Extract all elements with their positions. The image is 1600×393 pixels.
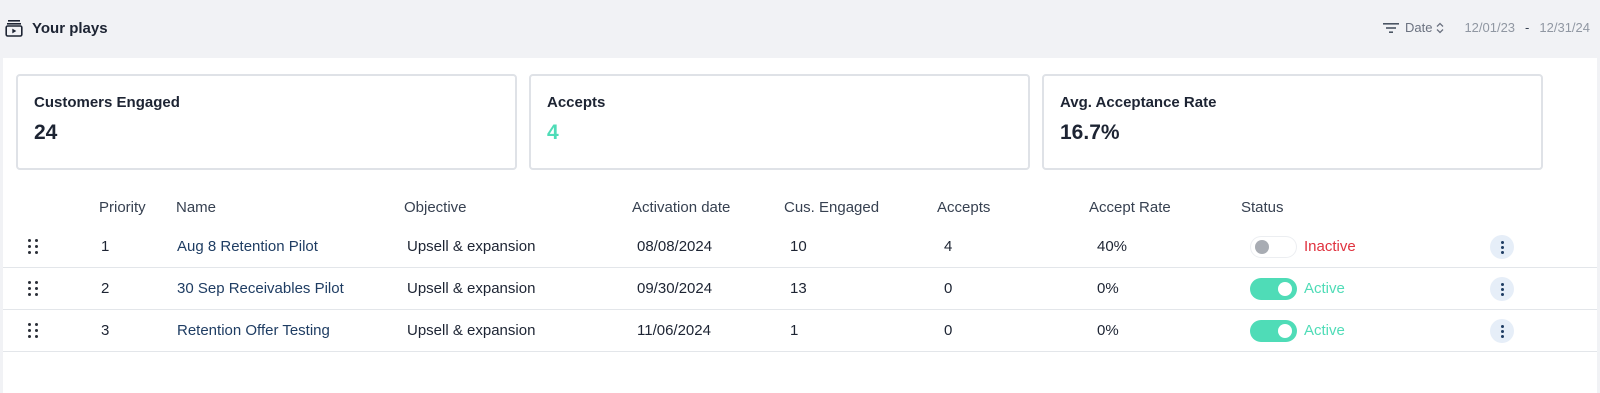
top-bar: Your plays Date 12/01/23 - 12/31/24 bbox=[0, 0, 1600, 58]
row-name-link[interactable]: Retention Offer Testing bbox=[177, 322, 330, 339]
column-header-status[interactable]: Status bbox=[1241, 199, 1284, 216]
column-header-cus-engaged[interactable]: Cus. Engaged bbox=[784, 199, 879, 216]
row-objective: Upsell & expansion bbox=[407, 280, 536, 297]
drag-handle-icon[interactable] bbox=[28, 281, 39, 296]
more-options-button[interactable] bbox=[1490, 277, 1514, 301]
row-objective: Upsell & expansion bbox=[407, 238, 536, 255]
row-priority: 1 bbox=[101, 238, 110, 255]
date-range-separator: - bbox=[1525, 20, 1530, 35]
row-accept-rate: 0% bbox=[1097, 280, 1119, 297]
card-label: Avg. Acceptance Rate bbox=[1060, 94, 1217, 111]
row-activation-date: 09/30/2024 bbox=[637, 280, 713, 297]
date-filter: Date 12/01/23 - 12/31/24 bbox=[1382, 20, 1590, 35]
status-toggle[interactable] bbox=[1250, 278, 1297, 300]
sort-updown-icon[interactable] bbox=[1436, 22, 1444, 34]
play-folder-icon bbox=[5, 19, 23, 37]
table-row[interactable]: 1 Aug 8 Retention Pilot Upsell & expansi… bbox=[3, 226, 1597, 268]
card-avg-acceptance-rate: Avg. Acceptance Rate 16.7% bbox=[1042, 74, 1543, 170]
sort-field-label[interactable]: Date bbox=[1405, 20, 1432, 35]
row-accepts: 0 bbox=[944, 322, 953, 339]
plays-panel: Customers Engaged 24 Accepts 4 Avg. Acce… bbox=[3, 58, 1597, 393]
row-name-link[interactable]: 30 Sep Receivables Pilot bbox=[177, 280, 344, 297]
status-toggle[interactable] bbox=[1250, 320, 1297, 342]
status-label: Active bbox=[1304, 322, 1345, 339]
column-header-objective[interactable]: Objective bbox=[404, 199, 467, 216]
row-priority: 2 bbox=[101, 280, 110, 297]
card-accepts: Accepts 4 bbox=[529, 74, 1030, 170]
filter-lines-icon[interactable] bbox=[1382, 22, 1399, 34]
card-value: 16.7% bbox=[1060, 121, 1120, 144]
status-label: Inactive bbox=[1304, 238, 1356, 255]
card-customers-engaged: Customers Engaged 24 bbox=[16, 74, 517, 170]
card-value: 4 bbox=[547, 121, 559, 144]
more-options-button[interactable] bbox=[1490, 319, 1514, 343]
row-activation-date: 08/08/2024 bbox=[637, 238, 713, 255]
table-row[interactable]: 2 30 Sep Receivables Pilot Upsell & expa… bbox=[3, 268, 1597, 310]
row-accepts: 4 bbox=[944, 238, 953, 255]
row-accept-rate: 0% bbox=[1097, 322, 1119, 339]
row-accept-rate: 40% bbox=[1097, 238, 1128, 255]
row-cus-engaged: 13 bbox=[790, 280, 807, 297]
row-cus-engaged: 1 bbox=[790, 322, 799, 339]
row-objective: Upsell & expansion bbox=[407, 322, 536, 339]
date-from[interactable]: 12/01/23 bbox=[1464, 20, 1515, 35]
column-header-accept-rate[interactable]: Accept Rate bbox=[1089, 199, 1171, 216]
page-header: Your plays bbox=[5, 19, 108, 37]
column-header-name[interactable]: Name bbox=[176, 199, 216, 216]
row-activation-date: 11/06/2024 bbox=[637, 322, 711, 339]
status-toggle[interactable] bbox=[1250, 236, 1297, 258]
drag-handle-icon[interactable] bbox=[28, 323, 39, 338]
table-header: Priority Name Objective Activation date … bbox=[3, 188, 1597, 226]
row-name-link[interactable]: Aug 8 Retention Pilot bbox=[177, 238, 318, 255]
column-header-activation-date[interactable]: Activation date bbox=[632, 199, 730, 216]
date-to[interactable]: 12/31/24 bbox=[1539, 20, 1590, 35]
row-accepts: 0 bbox=[944, 280, 953, 297]
card-label: Accepts bbox=[547, 94, 606, 111]
table-row[interactable]: 3 Retention Offer Testing Upsell & expan… bbox=[3, 310, 1597, 352]
row-priority: 3 bbox=[101, 322, 110, 339]
summary-cards: Customers Engaged 24 Accepts 4 Avg. Acce… bbox=[16, 74, 1543, 170]
drag-handle-icon[interactable] bbox=[28, 239, 39, 254]
column-header-accepts[interactable]: Accepts bbox=[937, 199, 990, 216]
more-options-button[interactable] bbox=[1490, 235, 1514, 259]
card-value: 24 bbox=[34, 121, 58, 144]
card-label: Customers Engaged bbox=[34, 94, 180, 111]
column-header-priority[interactable]: Priority bbox=[99, 199, 146, 216]
status-label: Active bbox=[1304, 280, 1345, 297]
page-title: Your plays bbox=[32, 19, 108, 37]
row-cus-engaged: 10 bbox=[790, 238, 807, 255]
plays-table: Priority Name Objective Activation date … bbox=[3, 188, 1597, 352]
